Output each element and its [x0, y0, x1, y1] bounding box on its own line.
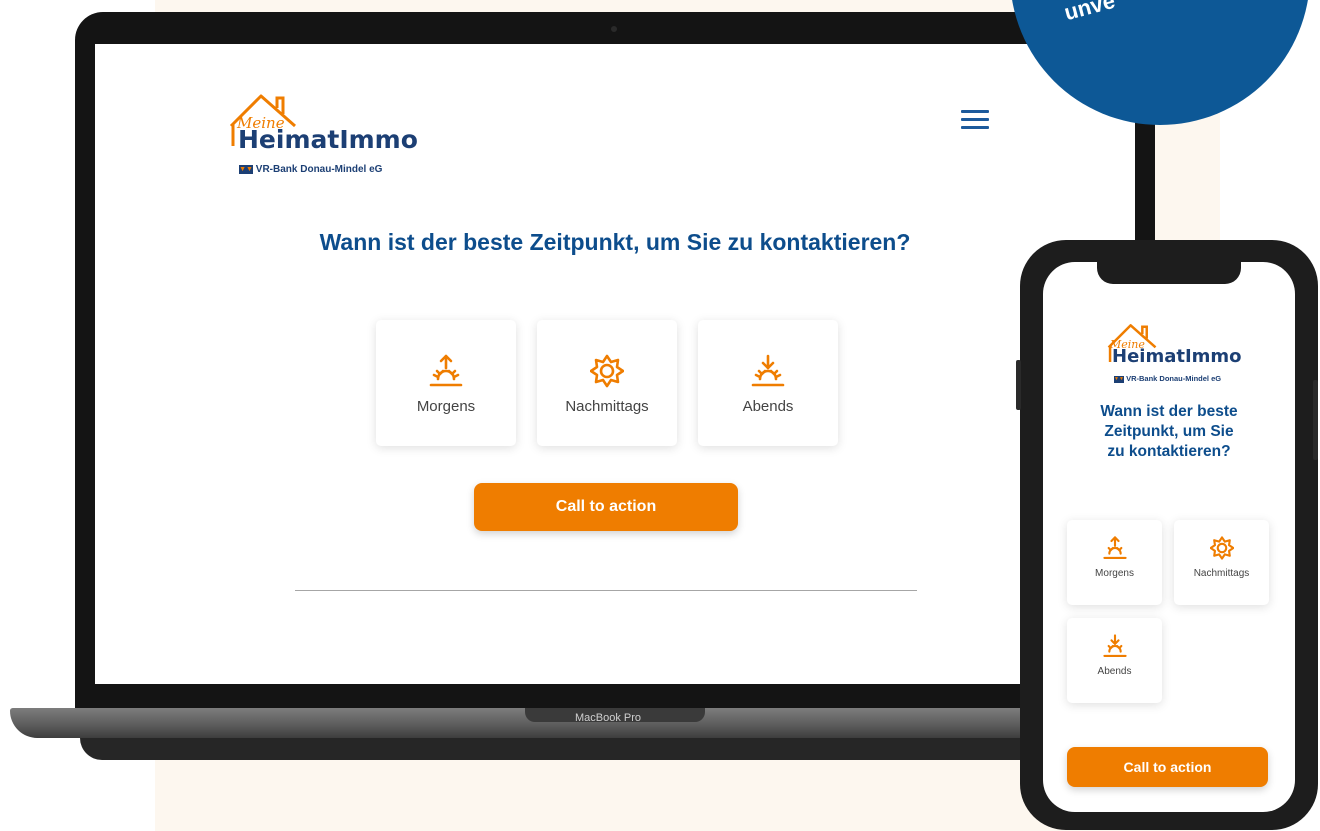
laptop-base: MacBook Pro [10, 708, 1190, 738]
option-label: Morgens [1095, 568, 1134, 579]
phone-screen: Meine HeimatImmo ▼▼ VR-Bank Donau-Mindel… [1043, 262, 1295, 812]
logo[interactable]: Meine HeimatImmo ▼▼ VR-Bank Donau-Mindel… [1105, 318, 1255, 388]
option-morgens[interactable]: Morgens [376, 320, 516, 446]
page-question: Wann ist der beste Zeitpunkt, um Sie zu … [1043, 402, 1295, 462]
logo-name: HeimatImmo [1112, 346, 1242, 367]
option-nachmittags[interactable]: Nachmittags [537, 320, 677, 446]
sun-icon [590, 354, 624, 388]
phone-side-button [1313, 380, 1318, 460]
logo-bank: ▼▼ VR-Bank Donau-Mindel eG [239, 164, 382, 175]
option-nachmittags[interactable]: Nachmittags [1174, 520, 1269, 605]
bank-name: VR-Bank Donau-Mindel eG [1126, 374, 1222, 383]
bank-name: VR-Bank Donau-Mindel eG [255, 164, 383, 175]
laptop-base-bottom [80, 738, 1120, 760]
laptop-screen: Meine HeimatImmo ▼▼ VR-Bank Donau-Mindel… [95, 44, 1135, 684]
hamburger-menu-icon[interactable] [961, 110, 989, 132]
page-question: Wann ist der beste Zeitpunkt, um Sie zu … [319, 229, 911, 255]
option-abends[interactable]: Abends [1067, 618, 1162, 703]
phone-notch [1097, 262, 1241, 284]
call-to-action-button[interactable]: Call to action [474, 483, 738, 531]
logo-bank: ▼▼ VR-Bank Donau-Mindel eG [1114, 374, 1221, 383]
logo-name: HeimatImmo [238, 125, 418, 154]
option-morgens[interactable]: Morgens [1067, 520, 1162, 605]
option-abends[interactable]: Abends [698, 320, 838, 446]
sunrise-icon [1102, 536, 1127, 559]
sunset-icon [751, 354, 785, 387]
question-line: zu kontaktieren? [1107, 443, 1231, 460]
call-to-action-button[interactable]: Call to action [1067, 747, 1268, 787]
phone-frame: Meine HeimatImmo ▼▼ VR-Bank Donau-Mindel… [1016, 240, 1318, 830]
option-label: Abends [742, 398, 794, 415]
option-label: Morgens [416, 398, 476, 415]
logo[interactable]: Meine HeimatImmo ▼▼ VR-Bank Donau-Mindel… [227, 86, 427, 178]
laptop-lid: Meine HeimatImmo ▼▼ VR-Bank Donau-Mindel… [75, 12, 1155, 712]
divider [295, 590, 917, 591]
bank-mark-icon: ▼▼ [239, 164, 253, 174]
option-label: Nachmittags [1193, 568, 1250, 579]
camera [611, 26, 617, 32]
question-line: Wann ist der beste [1100, 403, 1238, 420]
sun-icon [1209, 536, 1234, 560]
sunset-icon [1102, 634, 1127, 657]
option-label: Nachmittags [565, 398, 649, 415]
phone-side-button [1016, 360, 1021, 410]
sunrise-icon [429, 354, 463, 387]
option-label: Abends [1097, 666, 1132, 677]
question-line: Zeitpunkt, um Sie [1104, 423, 1234, 440]
bank-mark-icon: ▼▼ [1114, 375, 1124, 383]
macbook-label: MacBook Pro [574, 712, 642, 724]
